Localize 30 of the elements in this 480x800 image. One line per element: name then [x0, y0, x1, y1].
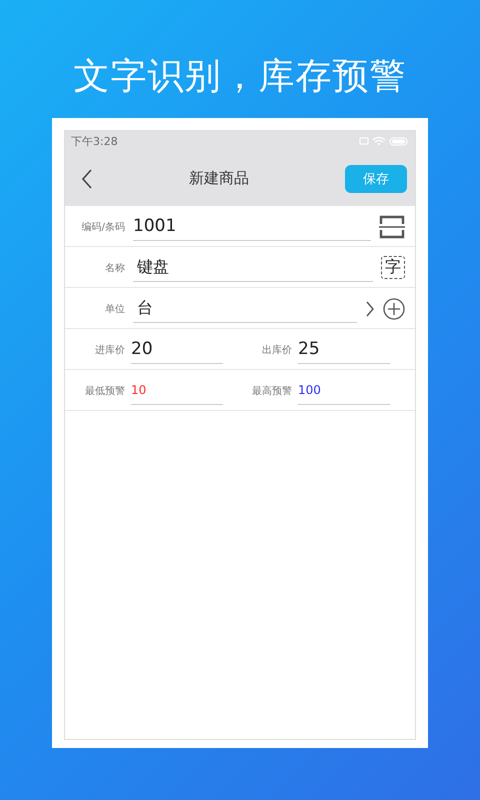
add-icon[interactable] [383, 298, 405, 320]
field-value: 100 [298, 383, 321, 397]
field-value: 10 [131, 383, 146, 397]
input-field[interactable]: 100 [298, 376, 390, 405]
field-label: 编码/条码 [80, 220, 125, 234]
text-scan-icon[interactable]: 字 [381, 256, 405, 279]
headline: 文字识别，库存预警 [74, 55, 406, 99]
field-value: 键盘 [136, 256, 169, 278]
field-label: 名称 [104, 262, 125, 274]
field-value: 1001 [133, 216, 176, 236]
field-label: 进库价 [94, 344, 125, 356]
status-icons [359, 136, 409, 146]
input-field[interactable]: 10 [131, 376, 223, 405]
field-label: 出库价 [261, 344, 292, 356]
scan-icon[interactable] [379, 214, 405, 238]
field-label: 最高预警 [251, 384, 292, 398]
field-label: 单位 [104, 302, 125, 316]
page-title: 新建商品 [189, 169, 249, 188]
field-value: 20 [131, 339, 153, 359]
field-value: 25 [298, 339, 320, 359]
back-icon[interactable] [81, 168, 93, 188]
input-field[interactable]: 键盘 [133, 253, 373, 282]
field-value: 台 [136, 298, 153, 318]
input-field[interactable]: 台 [133, 294, 357, 323]
input-field[interactable]: 1001 [133, 212, 371, 241]
chevron-right-icon[interactable] [365, 300, 375, 316]
input-field[interactable]: 20 [131, 335, 223, 364]
input-field[interactable]: 25 [298, 335, 390, 364]
field-label: 最低预警 [84, 384, 125, 398]
status-time: 下午3:28 [71, 134, 118, 148]
